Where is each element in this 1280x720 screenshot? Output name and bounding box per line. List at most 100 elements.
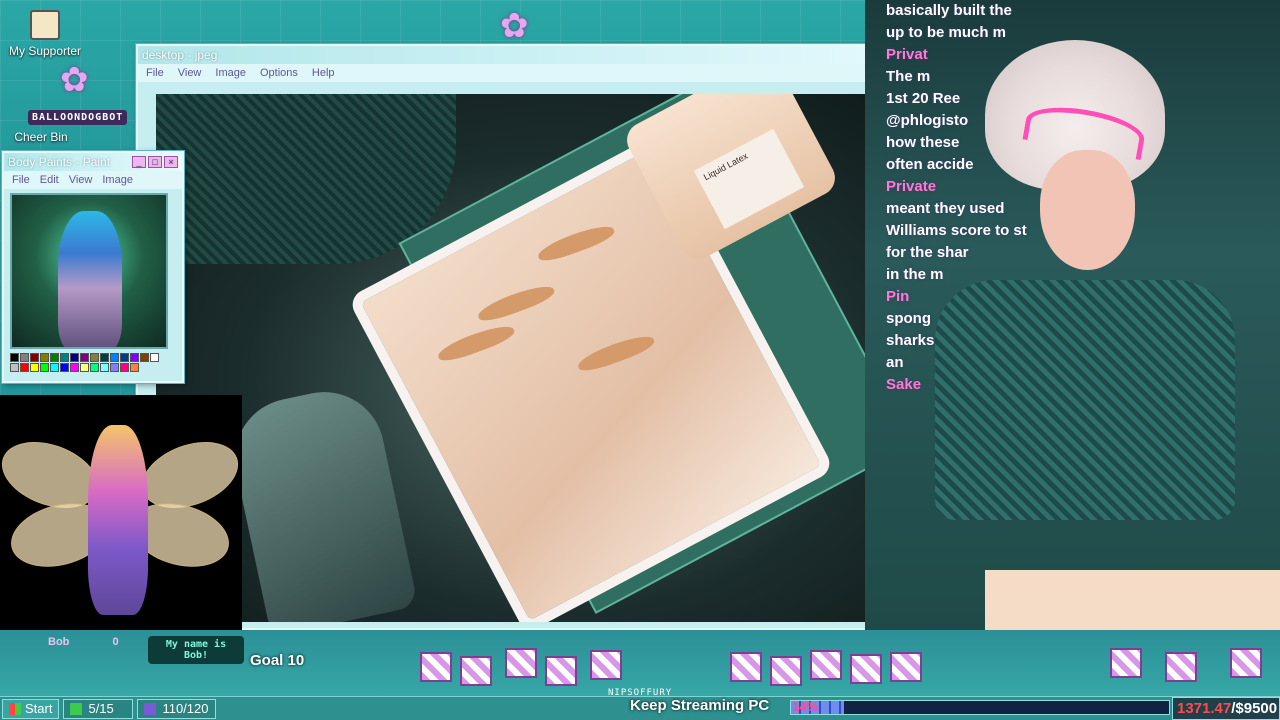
menu-view[interactable]: View [69, 174, 93, 186]
body-paint-figure [58, 211, 122, 347]
chat-line: how these [886, 134, 960, 151]
windows-logo-icon [9, 702, 21, 715]
palette-swatch[interactable] [110, 363, 119, 372]
chat-line: in the m [886, 266, 944, 283]
menu-file[interactable]: File [146, 67, 164, 79]
desktop-icon-cheer-bin[interactable]: Cheer Bin [0, 130, 86, 144]
start-label: Start [25, 701, 53, 716]
menu-bar: File Edit View Image [4, 171, 182, 189]
donation-total: 1371.47/$9500 [1172, 697, 1280, 720]
palette-swatch[interactable] [50, 353, 59, 362]
color-palette [10, 353, 168, 372]
palette-swatch[interactable] [30, 363, 39, 372]
menu-options[interactable]: Options [260, 67, 298, 79]
palette-swatch[interactable] [90, 353, 99, 362]
arm [223, 380, 419, 622]
gift-icon [850, 654, 882, 684]
palette-swatch[interactable] [50, 363, 59, 372]
palette-swatch[interactable] [130, 363, 139, 372]
computer-icon [30, 10, 60, 40]
palette-swatch[interactable] [40, 353, 49, 362]
chat-line: Privat [886, 46, 928, 63]
palette-swatch[interactable] [10, 363, 19, 372]
chat-line: @phlogisto [886, 112, 969, 129]
palette-swatch[interactable] [70, 353, 79, 362]
gift-icon [545, 656, 577, 686]
chat-line: Williams score to st [886, 222, 1027, 239]
chat-line: an [886, 354, 904, 371]
chat-line: up to be much m [886, 24, 1006, 41]
chat-line: 1st 20 Ree [886, 90, 961, 107]
gift-icon [420, 652, 452, 682]
palette-swatch[interactable] [80, 363, 89, 372]
chat-line: basically built the [886, 2, 1012, 19]
chat-line: for the shar [886, 244, 969, 261]
window-title: desktop - jpeg [142, 48, 218, 62]
palette-swatch[interactable] [60, 363, 69, 372]
stream-goal-label: Keep Streaming PC [630, 697, 770, 714]
chat-line: Sake [886, 376, 922, 393]
menu-image[interactable]: Image [102, 174, 133, 186]
palette-swatch[interactable] [120, 363, 129, 372]
gift-icon [1230, 648, 1262, 678]
gift-icon [770, 656, 802, 686]
maximize-button[interactable]: □ [148, 156, 162, 168]
menu-bar: File View Image Options Help [138, 64, 986, 82]
palette-swatch[interactable] [60, 353, 69, 362]
chat-overlay: basically built the up to be much m Privat… [886, 0, 1046, 500]
palette-swatch[interactable] [80, 353, 89, 362]
paint-canvas[interactable] [10, 193, 168, 349]
gift-icon [460, 656, 492, 686]
palette-swatch[interactable] [110, 353, 119, 362]
menu-image[interactable]: Image [215, 67, 246, 79]
palette-swatch[interactable] [100, 363, 109, 372]
subs-count: 5/15 [88, 701, 114, 716]
donation-goal: /$9500 [1231, 700, 1278, 717]
gift-icon [590, 650, 622, 680]
window-controls: _ □ × [132, 156, 178, 168]
palette-swatch[interactable] [90, 363, 99, 372]
main-stream-window[interactable]: desktop - jpeg _ □ × File View Image Opt… [136, 44, 988, 630]
paint-window[interactable]: Body Paints - Paint _ □ × File Edit View… [2, 151, 184, 383]
palette-swatch[interactable] [10, 353, 19, 362]
balloon-dog-icon: ✿ [60, 61, 89, 99]
chat-line: spong [886, 310, 931, 327]
chat-line: Private [886, 178, 937, 195]
palette-swatch[interactable] [150, 353, 159, 362]
bob-name-label: Bob 0 [48, 636, 119, 648]
chat-line: Pin [886, 288, 910, 305]
palette-swatch[interactable] [130, 353, 139, 362]
camera-view: Liquid Latex [156, 94, 888, 622]
title-bar[interactable]: desktop - jpeg _ □ × [138, 46, 986, 64]
palette-swatch[interactable] [30, 353, 39, 362]
taskbar-item-followers[interactable]: 110/120 [137, 698, 216, 719]
bob-level: 0 [112, 636, 119, 648]
menu-edit[interactable]: Edit [40, 174, 59, 186]
green-square-icon [70, 702, 83, 715]
minimize-button[interactable]: _ [132, 156, 146, 168]
avatar-panel [0, 395, 242, 640]
desktop-icon-my-supporter[interactable]: My Supporter [0, 10, 90, 58]
palette-swatch[interactable] [40, 363, 49, 372]
menu-view[interactable]: View [178, 67, 202, 79]
palette-swatch[interactable] [70, 363, 79, 372]
palette-swatch[interactable] [20, 353, 29, 362]
taskbar-item-subs[interactable]: 5/15 [63, 698, 134, 719]
gift-icon [505, 648, 537, 678]
gift-icon [730, 652, 762, 682]
gift-icon [1110, 648, 1142, 678]
start-button[interactable]: Start [2, 698, 60, 719]
menu-file[interactable]: File [12, 174, 30, 186]
fairy-avatar [88, 425, 148, 615]
menu-help[interactable]: Help [312, 67, 335, 79]
chat-line: The m [886, 68, 931, 85]
goal-label: Goal 10 [250, 652, 305, 669]
title-bar[interactable]: Body Paints - Paint _ □ × [4, 153, 182, 171]
chat-line: sharks [886, 332, 935, 349]
close-button[interactable]: × [164, 156, 178, 168]
palette-swatch[interactable] [140, 353, 149, 362]
palette-swatch[interactable] [20, 363, 29, 372]
palette-swatch[interactable] [120, 353, 129, 362]
palette-swatch[interactable] [100, 353, 109, 362]
gift-icon [1165, 652, 1197, 682]
